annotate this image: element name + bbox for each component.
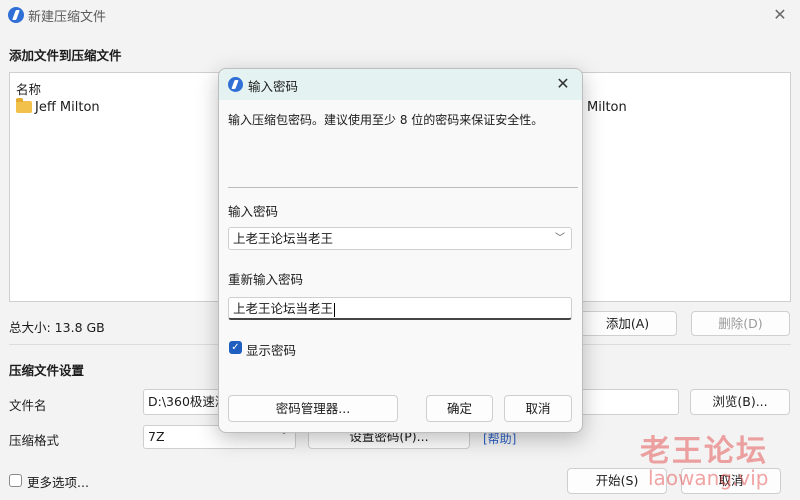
dialog-cancel-button[interactable]: 取消 xyxy=(504,395,572,422)
filename-label: 文件名 xyxy=(9,398,47,413)
add-button[interactable]: 添加(A) xyxy=(578,311,677,336)
password-dialog: 输入密码 ✕ 输入压缩包密码。建议使用至少 8 位的密码来保证安全性。 输入密码… xyxy=(218,68,583,433)
dialog-description: 输入压缩包密码。建议使用至少 8 位的密码来保证安全性。 xyxy=(228,113,544,127)
browse-button[interactable]: 浏览(B)... xyxy=(690,389,790,415)
window-close-button[interactable]: ✕ xyxy=(768,4,792,26)
more-options-label[interactable]: 更多选项... xyxy=(27,472,89,491)
format-label: 压缩格式 xyxy=(9,433,60,448)
text-caret xyxy=(334,302,336,317)
password-manager-button[interactable]: 密码管理器... xyxy=(228,395,398,422)
dialog-close-button[interactable]: ✕ xyxy=(552,73,574,95)
settings-heading: 压缩文件设置 xyxy=(9,363,85,378)
confirm-password-input[interactable]: 上老王论坛当老王 xyxy=(228,297,572,320)
password-combo[interactable]: 上老王论坛当老王 ﹀ xyxy=(228,227,572,250)
show-password-label[interactable]: 显示密码 xyxy=(246,340,296,359)
ok-button[interactable]: 确定 xyxy=(426,395,493,422)
watermark-logo: 老王论坛 xyxy=(640,434,768,469)
list-item-label: Milton xyxy=(587,99,627,115)
total-size: 总大小: 13.8 GB xyxy=(9,320,105,335)
add-files-heading: 添加文件到压缩文件 xyxy=(9,48,122,63)
folder-icon xyxy=(16,98,32,113)
dialog-titlebar: 输入密码 ✕ xyxy=(219,69,582,100)
chevron-down-icon[interactable]: ﹀ xyxy=(555,228,565,249)
confirm-password-value: 上老王论坛当老王 xyxy=(233,301,334,316)
format-select-value: 7Z xyxy=(148,429,165,444)
list-item[interactable]: Milton xyxy=(587,97,627,117)
more-options-checkbox[interactable] xyxy=(9,474,22,487)
show-password-checkbox[interactable]: ✓ xyxy=(229,341,242,354)
main-titlebar: 新建压缩文件 ✕ xyxy=(0,0,800,30)
confirm-password-label: 重新输入密码 xyxy=(228,272,304,287)
app-logo-icon xyxy=(228,77,243,92)
dialog-title: 输入密码 xyxy=(248,79,299,94)
delete-button[interactable]: 删除(D) xyxy=(691,311,790,336)
window-title: 新建压缩文件 xyxy=(28,10,107,25)
list-item-label: Jeff Milton xyxy=(35,99,100,115)
dialog-divider xyxy=(228,187,578,188)
password-value: 上老王论坛当老王 xyxy=(233,231,334,246)
password-label: 输入密码 xyxy=(228,204,279,219)
column-header-name[interactable]: 名称 xyxy=(16,79,41,98)
app-logo-icon xyxy=(8,7,24,23)
list-item[interactable]: Jeff Milton xyxy=(16,97,100,117)
watermark-url: laowang.vip xyxy=(648,466,769,490)
